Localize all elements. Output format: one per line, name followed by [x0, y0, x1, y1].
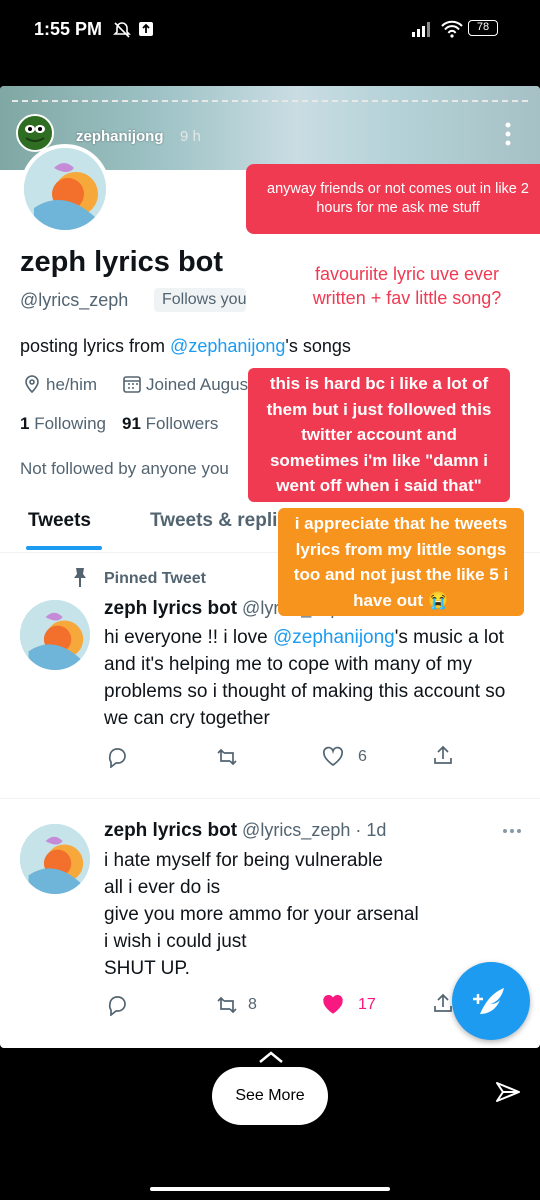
bio-text-suffix: 's songs — [285, 336, 351, 356]
story-sticker-banner: anyway friends or not comes out in like … — [246, 164, 540, 234]
status-time: 1:55 PM — [34, 19, 103, 39]
tweet-mention-link[interactable]: @zephanijong — [273, 627, 395, 648]
tweet-text: hi everyone !! i love @zephanijong's mus… — [104, 624, 514, 732]
story-answer-orange: i appreciate that he tweets lyrics from … — [278, 508, 524, 616]
upload-icon — [139, 22, 153, 36]
share-icon[interactable] — [432, 744, 454, 766]
calendar-icon — [123, 376, 141, 393]
followers-number: 91 — [122, 414, 141, 433]
story-question-text: favouriite lyric uve ever written + fav … — [312, 264, 502, 308]
tweet-header-2: zeph lyrics bot @lyrics_zeph · 1d — [104, 820, 387, 841]
following-label: Following — [34, 414, 107, 433]
like-icon[interactable] — [322, 746, 344, 768]
story-card[interactable]: zephanijong 9 h zeph lyrics bot @lyrics_… — [0, 86, 540, 1048]
do-not-disturb-icon — [113, 22, 131, 38]
liked-heart-icon[interactable] — [322, 994, 344, 1016]
tweet-more-icon-2[interactable] — [502, 828, 522, 834]
like-count-2: 17 — [358, 996, 376, 1013]
followers-label: Followers — [145, 414, 219, 433]
tweet-text-prefix: hi everyone !! i love — [104, 627, 273, 648]
more-options-icon[interactable] — [504, 122, 512, 146]
compose-tweet-button[interactable] — [452, 962, 530, 1040]
share-icon-2[interactable] — [432, 992, 454, 1014]
profile-handle: @lyrics_zeph — [20, 290, 129, 310]
profile-name: zeph lyrics bot — [20, 246, 224, 278]
bio-mention-link[interactable]: @zephanijong — [170, 336, 285, 356]
profile-bio: posting lyrics from @zephanijong's songs — [20, 336, 351, 357]
profile-avatar[interactable] — [20, 144, 110, 234]
chevron-up-icon[interactable] — [258, 1050, 284, 1064]
pronouns: he/him — [46, 375, 98, 394]
status-bar: 1:55 PM 78 — [0, 0, 540, 62]
pinned-label: Pinned Tweet — [104, 570, 206, 587]
retweet-count-2: 8 — [248, 996, 257, 1013]
tweet-avatar[interactable] — [20, 600, 90, 670]
wifi-icon — [441, 20, 463, 38]
joined-date-wrap: Joined August — [146, 375, 250, 395]
joined-date: Joined August — [146, 375, 250, 394]
tweet-author-handle-2: @lyrics_zeph — [242, 820, 351, 840]
tab-tweets-replies[interactable]: Tweets & replies — [150, 510, 280, 531]
not-followed-text: Not followed by anyone you — [20, 459, 229, 478]
tweet-time-2: 1d — [366, 820, 387, 840]
active-tab-indicator — [26, 546, 102, 550]
tweet-author-name-2[interactable]: zeph lyrics bot — [104, 820, 237, 841]
story-timestamp: 9 h — [180, 128, 201, 145]
story-progress-bar — [12, 100, 528, 102]
tweet-avatar-2[interactable] — [20, 824, 90, 894]
battery-level: 78 — [476, 21, 490, 33]
tweet-divider — [0, 798, 540, 799]
see-more-button[interactable]: See More — [212, 1067, 328, 1125]
retweet-icon[interactable] — [216, 746, 238, 768]
send-icon[interactable] — [494, 1078, 522, 1106]
not-followed-wrap: Not followed by anyone you — [20, 459, 248, 479]
following-number: 1 — [20, 414, 30, 433]
tweet-author-name[interactable]: zeph lyrics bot — [104, 598, 237, 619]
tab-tweets[interactable]: Tweets — [28, 510, 91, 532]
followers-count[interactable]: 91 Followers — [122, 414, 218, 434]
battery-icon: 78 — [468, 20, 498, 36]
story-username[interactable]: zephanijong — [76, 128, 164, 145]
retweet-icon-2[interactable] — [216, 994, 238, 1016]
bio-text: posting lyrics from — [20, 336, 171, 356]
pin-icon — [74, 568, 86, 587]
like-count: 6 — [358, 748, 367, 765]
reply-icon-2[interactable] — [106, 994, 128, 1016]
tab-replies-wrap: Tweets & replies — [150, 510, 280, 532]
reply-icon[interactable] — [106, 746, 128, 768]
follows-you-badge: Follows you — [154, 288, 246, 312]
signal-icon — [412, 22, 430, 37]
following-count[interactable]: 1 Following — [20, 414, 106, 434]
location-pin-icon — [25, 375, 39, 394]
story-answer-red: this is hard bc i like a lot of them but… — [248, 368, 510, 502]
compose-feather-icon — [473, 988, 504, 1014]
home-indicator — [150, 1187, 390, 1191]
